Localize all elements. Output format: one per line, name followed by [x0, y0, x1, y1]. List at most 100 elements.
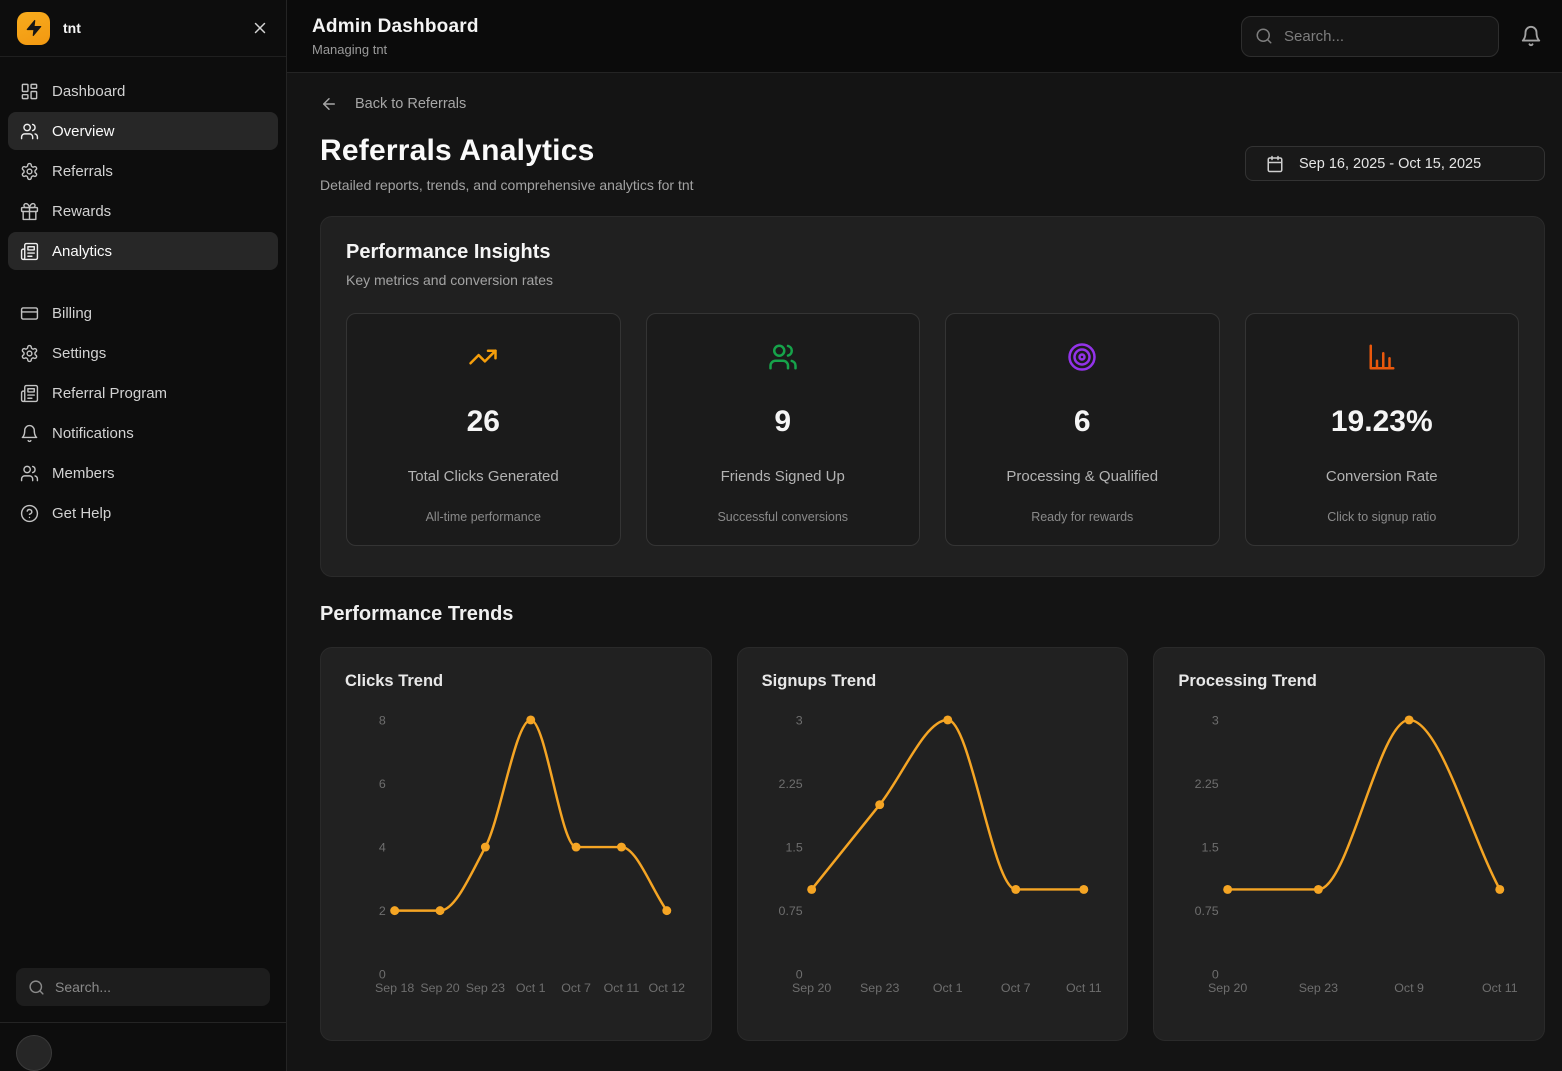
page-title: Referrals Analytics — [320, 134, 694, 168]
trend-line — [811, 720, 1083, 890]
y-axis-tick: 0.75 — [1195, 904, 1219, 918]
main-area: Admin Dashboard Managing tnt Back to Ref… — [287, 0, 1562, 1071]
sidebar-item-label: Get Help — [52, 505, 111, 522]
page-subtitle: Detailed reports, trends, and comprehens… — [320, 177, 694, 193]
header-search-input[interactable] — [1284, 28, 1485, 45]
users-icon — [20, 122, 39, 141]
data-point — [807, 885, 816, 894]
y-axis-tick: 3 — [795, 713, 802, 727]
metric-value: 9 — [774, 405, 791, 439]
sidebar-item-members[interactable]: Members — [8, 454, 278, 492]
sidebar-item-label: Dashboard — [52, 83, 125, 100]
sidebar-item-label: Members — [52, 465, 115, 482]
sidebar-item-referral-program[interactable]: Referral Program — [8, 374, 278, 412]
sidebar-item-get-help[interactable]: Get Help — [8, 494, 278, 532]
sidebar-item-referrals[interactable]: Referrals — [8, 152, 278, 190]
insights-title: Performance Insights — [346, 241, 1519, 264]
chart-card-processing-trend: Processing Trend00.751.52.253Sep 20Sep 2… — [1153, 647, 1545, 1041]
sidebar-item-settings[interactable]: Settings — [8, 334, 278, 372]
line-chart: 02468Sep 18Sep 20Sep 23Oct 1Oct 7Oct 11O… — [345, 703, 687, 1009]
data-point — [617, 843, 626, 852]
date-range-button[interactable]: Sep 16, 2025 - Oct 15, 2025 — [1245, 146, 1545, 181]
credit-card-icon — [20, 304, 39, 323]
data-point — [1079, 885, 1088, 894]
sidebar-item-analytics[interactable]: Analytics — [8, 232, 278, 270]
x-axis-tick: Oct 7 — [1001, 981, 1031, 995]
metric-value: 6 — [1074, 405, 1091, 439]
dashboard-icon — [20, 82, 39, 101]
users-icon — [20, 464, 39, 483]
y-axis-tick: 2 — [379, 904, 386, 918]
bell-icon — [20, 424, 39, 443]
x-axis-tick: Oct 12 — [649, 981, 686, 995]
x-axis-tick: Sep 23 — [466, 981, 505, 995]
data-point — [662, 906, 671, 915]
y-axis-tick: 2.25 — [1195, 777, 1219, 791]
close-icon — [251, 19, 269, 37]
data-point — [1224, 885, 1233, 894]
bell-icon — [1520, 25, 1542, 47]
trending-up-icon — [468, 342, 498, 372]
header-search — [1241, 16, 1499, 57]
back-link-label: Back to Referrals — [355, 96, 466, 112]
user-avatar[interactable] — [16, 1035, 52, 1071]
back-to-referrals-link[interactable]: Back to Referrals — [320, 95, 466, 113]
chart-title: Clicks Trend — [345, 672, 687, 691]
sidebar-item-rewards[interactable]: Rewards — [8, 192, 278, 230]
search-icon — [1255, 27, 1273, 45]
insights-subtitle: Key metrics and conversion rates — [346, 272, 1519, 288]
help-icon — [20, 504, 39, 523]
sidebar-close-button[interactable] — [251, 19, 269, 37]
calendar-icon — [1266, 155, 1284, 173]
target-icon — [1067, 342, 1097, 372]
metric-card: 19.23%Conversion RateClick to signup rat… — [1245, 313, 1520, 546]
gift-icon — [20, 202, 39, 221]
sidebar-search-input[interactable] — [55, 979, 258, 995]
trend-line — [395, 720, 667, 911]
y-axis-tick: 1.5 — [1202, 841, 1219, 855]
sidebar-item-label: Overview — [52, 123, 115, 140]
x-axis-tick: Oct 11 — [604, 981, 640, 995]
data-point — [1011, 885, 1020, 894]
line-chart: 00.751.52.253Sep 20Sep 23Oct 1Oct 7Oct 1… — [762, 703, 1104, 1009]
metric-label: Friends Signed Up — [721, 468, 845, 485]
x-axis-tick: Oct 9 — [1395, 981, 1425, 995]
chart-card-clicks-trend: Clicks Trend02468Sep 18Sep 20Sep 23Oct 1… — [320, 647, 712, 1041]
chart-title: Signups Trend — [762, 672, 1104, 691]
x-axis-tick: Sep 18 — [375, 981, 414, 995]
data-point — [1314, 885, 1323, 894]
data-point — [526, 715, 535, 724]
metric-value: 19.23% — [1331, 405, 1433, 439]
metric-sublabel: Successful conversions — [717, 510, 848, 524]
trend-line — [1228, 720, 1500, 890]
chart-title: Processing Trend — [1178, 672, 1520, 691]
metric-card: 9 Friends Signed Up Successful conversions — [646, 313, 921, 546]
x-axis-tick: Sep 23 — [860, 981, 899, 995]
sidebar-item-label: Billing — [52, 305, 92, 322]
sidebar-item-label: Notifications — [52, 425, 134, 442]
data-point — [572, 843, 581, 852]
data-point — [875, 800, 884, 809]
users-icon — [768, 342, 798, 372]
sidebar-item-label: Rewards — [52, 203, 111, 220]
x-axis-tick: Oct 11 — [1482, 981, 1518, 995]
zap-icon — [25, 19, 43, 37]
gear-icon — [20, 344, 39, 363]
sidebar-item-notifications[interactable]: Notifications — [8, 414, 278, 452]
bar-chart-icon — [1367, 342, 1397, 372]
sidebar-item-dashboard[interactable]: Dashboard — [8, 72, 278, 110]
sidebar-item-label: Referrals — [52, 163, 113, 180]
y-axis-tick: 0.75 — [778, 904, 802, 918]
data-point — [1405, 715, 1414, 724]
x-axis-tick: Sep 20 — [420, 981, 459, 995]
receipt-icon — [20, 242, 39, 261]
x-axis-tick: Oct 11 — [1066, 981, 1102, 995]
data-point — [436, 906, 445, 915]
y-axis-tick: 0 — [795, 968, 802, 982]
notifications-button[interactable] — [1520, 25, 1542, 47]
y-axis-tick: 3 — [1212, 713, 1219, 727]
sidebar-item-billing[interactable]: Billing — [8, 294, 278, 332]
sidebar-item-overview[interactable]: Overview — [8, 112, 278, 150]
brand-name: tnt — [63, 20, 81, 36]
x-axis-tick: Sep 23 — [1299, 981, 1338, 995]
